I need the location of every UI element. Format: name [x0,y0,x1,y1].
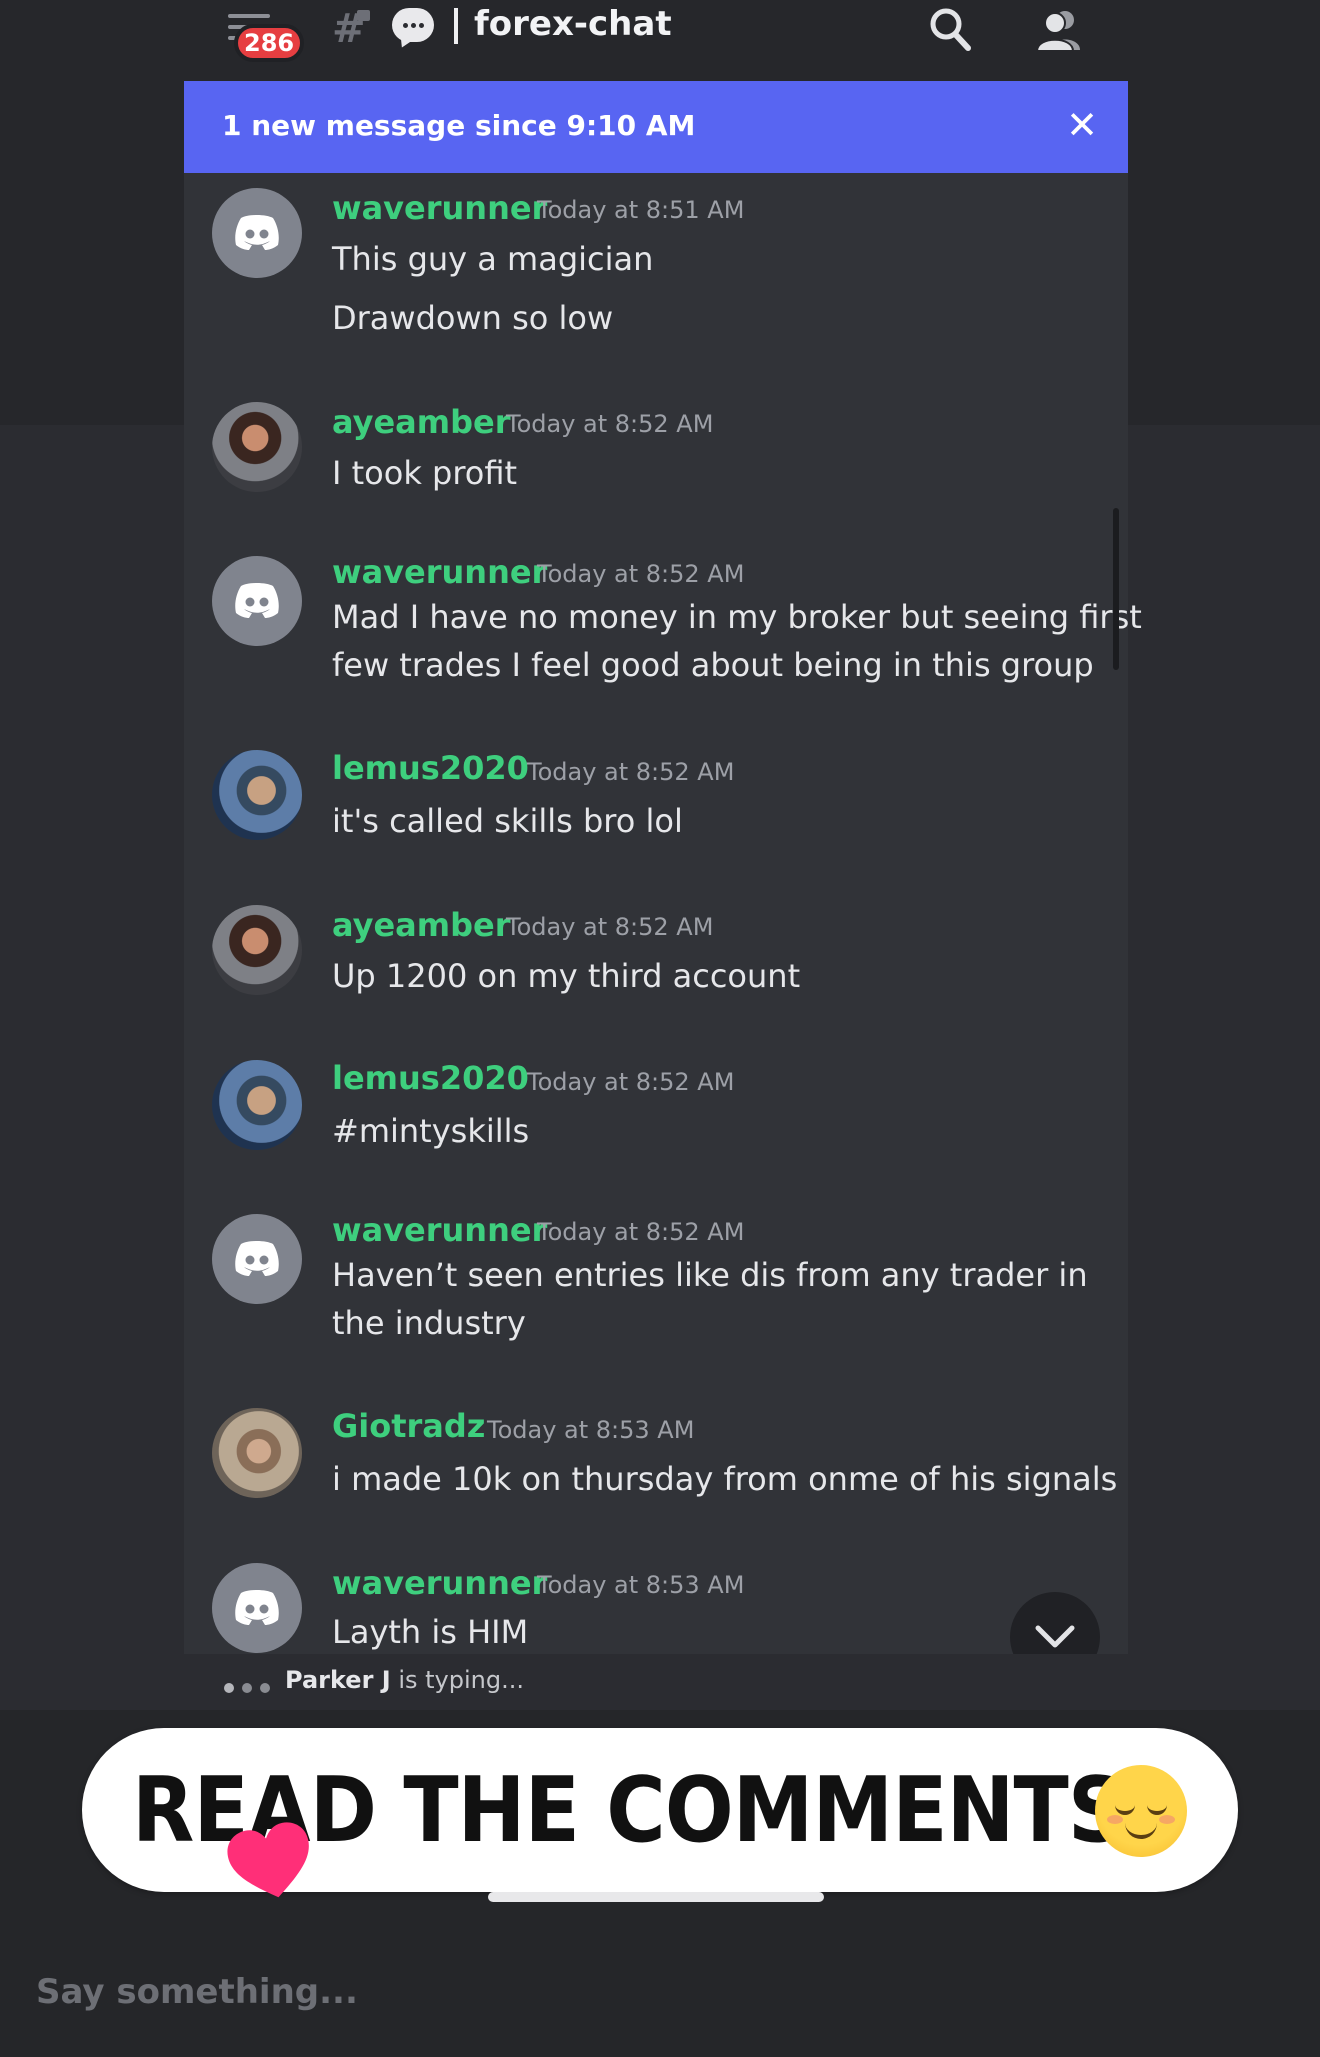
chevron-down-icon [1035,1625,1075,1648]
username[interactable]: waverunner [332,553,547,591]
typing-suffix: is typing... [390,1666,524,1694]
heart-icon[interactable] [226,1822,316,1902]
message-text: Haven’t seen entries like dis from any t… [332,1256,1088,1294]
close-icon[interactable]: ✕ [1066,101,1098,149]
message-text: it's called skills bro lol [332,802,683,840]
username[interactable]: lemus2020 [332,749,529,787]
message-text: #mintyskills [332,1112,530,1150]
lock-icon [357,10,370,21]
new-messages-text: 1 new message since 9:10 AM [222,109,696,142]
members-icon[interactable] [1034,8,1084,52]
discord-logo-icon [235,583,279,618]
channel-name[interactable]: forex-chat [474,4,672,44]
discord-logo-icon [235,1590,279,1625]
timestamp: Today at 8:52 AM [537,1218,745,1246]
username[interactable]: waverunner [332,1564,547,1602]
message-text: This guy a magician [332,240,654,278]
avatar[interactable] [212,556,302,646]
timestamp: Today at 8:53 AM [487,1416,695,1444]
username[interactable]: lemus2020 [332,1059,529,1097]
typing-dots-icon [224,1678,278,1697]
avatar[interactable] [212,1214,302,1304]
avatar[interactable] [212,750,302,840]
discord-logo-icon [235,215,279,250]
timestamp: Today at 8:53 AM [537,1571,745,1599]
timestamp: Today at 8:52 AM [527,758,735,786]
typing-indicator: Parker J is typing... [184,1654,1128,1710]
story-progress-bar [488,1892,824,1902]
discord-logo-icon [235,1241,279,1276]
message-text: I took profit [332,454,518,492]
timestamp: Today at 8:51 AM [537,196,745,224]
avatar[interactable] [212,905,302,995]
message-text: few trades I feel good about being in th… [332,646,1094,684]
timestamp: Today at 8:52 AM [506,410,714,438]
avatar[interactable] [212,1408,302,1498]
message-text: the industry [332,1304,526,1342]
avatar[interactable] [212,1060,302,1150]
username[interactable]: Giotradz [332,1407,485,1445]
new-messages-banner[interactable]: 1 new message since 9:10 AM ✕ [184,81,1128,173]
search-icon[interactable] [928,6,972,52]
username[interactable]: waverunner [332,1211,547,1249]
username[interactable]: waverunner [332,189,547,227]
avatar[interactable] [212,1563,302,1653]
threads-icon[interactable] [392,8,434,42]
typing-user: Parker J [285,1666,391,1694]
username[interactable]: ayeamber [332,906,511,944]
message-text: Mad I have no money in my broker but see… [332,598,1142,636]
timestamp: Today at 8:52 AM [506,913,714,941]
scrollbar[interactable] [1113,508,1119,670]
message-text: Up 1200 on my third account [332,957,801,995]
message-text: i made 10k on thursday from onme of his … [332,1460,1118,1498]
message-text: Layth is HIM [332,1613,529,1651]
avatar[interactable] [212,402,302,492]
timestamp: Today at 8:52 AM [527,1068,735,1096]
typing-text: Parker J is typing... [285,1666,524,1694]
unread-badge: 286 [234,24,305,62]
username[interactable]: ayeamber [332,403,511,441]
relieved-face-emoji-icon [1095,1765,1187,1857]
timestamp: Today at 8:52 AM [537,560,745,588]
header-divider [454,8,458,44]
story-reply-input[interactable]: Say something... [36,1972,358,2012]
message-text: Drawdown so low [332,299,614,337]
channel-header: 286 # forex-chat [0,0,1320,80]
avatar[interactable] [212,188,302,278]
